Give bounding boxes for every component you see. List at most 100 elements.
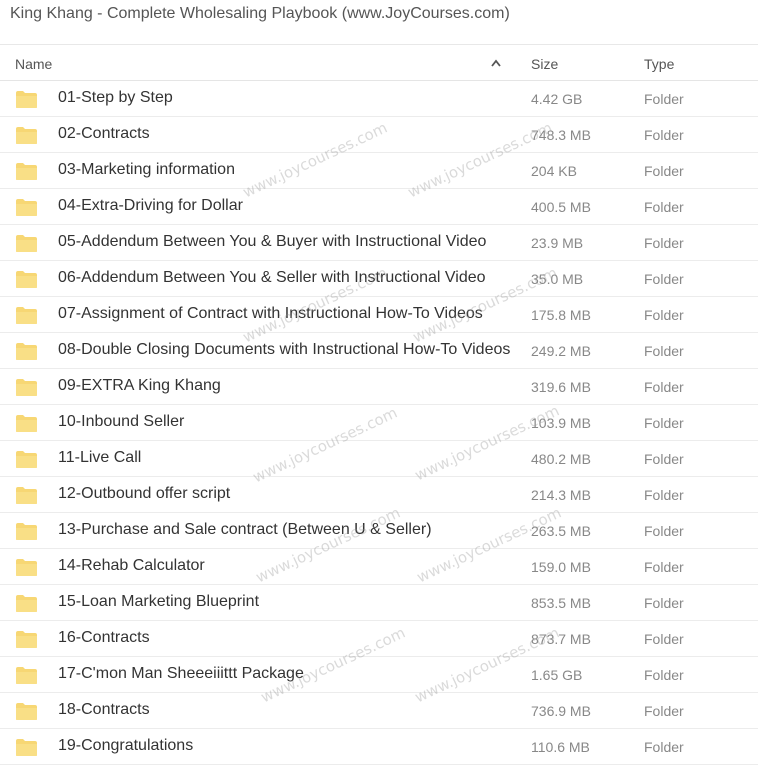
item-type: Folder [644, 631, 684, 647]
folder-size: 873.7 MB [531, 631, 591, 647]
folder-size: 23.9 MB [531, 235, 584, 251]
folder-icon [16, 667, 37, 684]
item-type: Folder [644, 559, 684, 575]
folder-name[interactable]: 12-Outbound offer script [58, 485, 230, 503]
folder-size: 4.42 GB [531, 91, 583, 107]
item-type: Folder [644, 91, 684, 107]
folder-name[interactable]: 15-Loan Marketing Blueprint [58, 593, 259, 611]
item-type: Folder [644, 595, 684, 611]
folder-name[interactable]: 19-Congratulations [58, 737, 193, 755]
folder-name[interactable]: 17-C'mon Man Sheeeiiittt Package [58, 665, 304, 683]
item-type: Folder [644, 703, 684, 719]
folder-icon [16, 487, 37, 504]
folder-name[interactable]: 08-Double Closing Documents with Instruc… [58, 341, 510, 359]
type-column-header[interactable]: Type [644, 56, 674, 72]
folder-icon [16, 523, 37, 540]
table-row[interactable]: 03-Marketing information 204 KB Folder [0, 153, 758, 189]
table-row[interactable]: 02-Contracts 748.3 MB Folder [0, 117, 758, 153]
table-row[interactable]: 19-Congratulations 110.6 MB Folder [0, 729, 758, 765]
folder-size: 748.3 MB [531, 127, 591, 143]
table-header: Name Size Type [0, 44, 758, 81]
table-row[interactable]: 08-Double Closing Documents with Instruc… [0, 333, 758, 369]
folder-icon [16, 739, 37, 756]
table-row[interactable]: 14-Rehab Calculator 159.0 MB Folder [0, 549, 758, 585]
folder-icon [16, 415, 37, 432]
item-type: Folder [644, 127, 684, 143]
folder-name[interactable]: 03-Marketing information [58, 161, 235, 179]
folder-name[interactable]: 10-Inbound Seller [58, 413, 184, 431]
folder-name[interactable]: 16-Contracts [58, 629, 150, 647]
folder-icon [16, 235, 37, 252]
table-row[interactable]: 04-Extra-Driving for Dollar 400.5 MB Folde… [0, 189, 758, 225]
item-type: Folder [644, 415, 684, 431]
folder-icon [16, 271, 37, 288]
folder-size: 263.5 MB [531, 523, 591, 539]
folder-name[interactable]: 07-Assignment of Contract with Instructi… [58, 305, 483, 323]
folder-size: 1.65 GB [531, 667, 583, 683]
table-row[interactable]: 16-Contracts 873.7 MB Folder [0, 621, 758, 657]
folder-icon [16, 163, 37, 180]
item-type: Folder [644, 343, 684, 359]
folder-icon [16, 559, 37, 576]
item-type: Folder [644, 199, 684, 215]
folder-size: 400.5 MB [531, 199, 591, 215]
folder-size: 103.9 MB [531, 415, 591, 431]
item-type: Folder [644, 235, 684, 251]
folder-icon [16, 451, 37, 468]
folder-size: 214.3 MB [531, 487, 591, 503]
folder-size: 159.0 MB [531, 559, 591, 575]
item-type: Folder [644, 451, 684, 467]
folder-name[interactable]: 18-Contracts [58, 701, 150, 719]
table-body: 01-Step by Step 4.42 GB Folder 02-Contracts… [0, 81, 758, 765]
folder-name[interactable]: 06-Addendum Between You & Seller with In… [58, 269, 486, 287]
table-row[interactable]: 01-Step by Step 4.42 GB Folder [0, 81, 758, 117]
chevron-up-icon[interactable] [491, 59, 501, 67]
table-row[interactable]: 15-Loan Marketing Blueprint 853.5 MB Folde… [0, 585, 758, 621]
folder-name[interactable]: 02-Contracts [58, 125, 150, 143]
folder-name[interactable]: 11-Live Call [58, 449, 141, 467]
folder-size: 319.6 MB [531, 379, 591, 395]
folder-size: 110.6 MB [531, 739, 590, 755]
table-row[interactable]: 18-Contracts 736.9 MB Folder [0, 693, 758, 729]
folder-name[interactable]: 04-Extra-Driving for Dollar [58, 197, 243, 215]
table-row[interactable]: 07-Assignment of Contract with Instructi… [0, 297, 758, 333]
page-title: King Khang - Complete Wholesaling Playbo… [10, 5, 510, 22]
table-row[interactable]: 10-Inbound Seller 103.9 MB Folder [0, 405, 758, 441]
folder-icon [16, 379, 37, 396]
folder-size: 204 KB [531, 163, 577, 179]
folder-icon [16, 307, 37, 324]
folder-name[interactable]: 01-Step by Step [58, 89, 173, 107]
folder-size: 853.5 MB [531, 595, 591, 611]
folder-icon [16, 199, 37, 216]
folder-icon [16, 343, 37, 360]
item-type: Folder [644, 487, 684, 503]
table-row[interactable]: 09-EXTRA King Khang 319.6 MB Folder [0, 369, 758, 405]
folder-size: 249.2 MB [531, 343, 591, 359]
item-type: Folder [644, 667, 684, 683]
name-column-header[interactable]: Name [15, 56, 52, 72]
item-type: Folder [644, 739, 684, 755]
table-row[interactable]: 11-Live Call 480.2 MB Folder [0, 441, 758, 477]
folder-name[interactable]: 14-Rehab Calculator [58, 557, 205, 575]
folder-icon [16, 127, 37, 144]
folder-name[interactable]: 05-Addendum Between You & Buyer with Ins… [58, 233, 486, 251]
table-row[interactable]: 12-Outbound offer script 214.3 MB Folder [0, 477, 758, 513]
folder-icon [16, 91, 37, 108]
folder-size: 480.2 MB [531, 451, 591, 467]
table-row[interactable]: 05-Addendum Between You & Buyer with Ins… [0, 225, 758, 261]
table-row[interactable]: 06-Addendum Between You & Seller with In… [0, 261, 758, 297]
folder-icon [16, 631, 37, 648]
folder-name[interactable]: 09-EXTRA King Khang [58, 377, 221, 395]
folder-size: 736.9 MB [531, 703, 591, 719]
folder-icon [16, 703, 37, 720]
file-table: Name Size Type 01-Step by Step 4.42 GB Fol… [0, 44, 758, 765]
table-row[interactable]: 13-Purchase and Sale contract (Between U… [0, 513, 758, 549]
item-type: Folder [644, 523, 684, 539]
item-type: Folder [644, 163, 684, 179]
folder-size: 35.0 MB [531, 271, 584, 287]
table-row[interactable]: 17-C'mon Man Sheeeiiittt Package 1.65 GB F… [0, 657, 758, 693]
folder-icon [16, 595, 37, 612]
size-column-header[interactable]: Size [531, 56, 558, 72]
folder-name[interactable]: 13-Purchase and Sale contract (Between U… [58, 521, 432, 539]
item-type: Folder [644, 307, 684, 323]
